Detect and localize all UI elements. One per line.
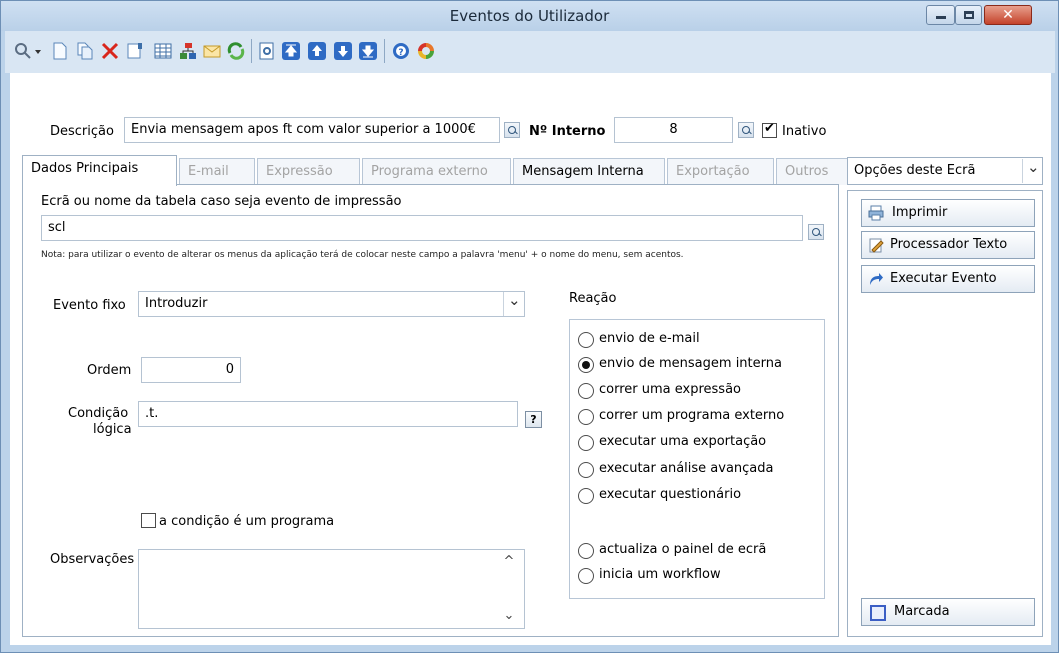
mail-icon[interactable] <box>202 41 222 61</box>
maximize-button[interactable] <box>955 5 982 25</box>
next-record-icon[interactable] <box>333 41 353 61</box>
interno-lookup-icon[interactable] <box>738 122 754 138</box>
evento-fixo-label: Evento fixo <box>53 298 126 313</box>
tab-programa-externo[interactable]: Programa externo <box>362 158 511 185</box>
window-title: Eventos do Utilizador <box>449 7 610 25</box>
tab-outros[interactable]: Outros <box>776 158 852 185</box>
processador-texto-label: Processador Texto <box>890 237 1008 252</box>
condicao-programa-checkbox[interactable] <box>141 513 156 528</box>
radio-icon[interactable] <box>578 462 594 478</box>
last-record-icon[interactable] <box>358 41 378 61</box>
marcada-label: Marcada <box>894 604 950 619</box>
tabela-lookup-icon[interactable] <box>808 224 824 240</box>
interno-label: Nº Interno <box>529 124 606 139</box>
observacoes-textarea[interactable]: ^ ⌄ <box>138 549 525 629</box>
close-button[interactable]: ✕ <box>984 5 1032 25</box>
inativo-label: Inativo <box>782 124 827 139</box>
scroll-down-icon[interactable]: ⌄ <box>501 608 517 623</box>
minimize-button[interactable] <box>926 5 955 25</box>
executar-evento-button[interactable]: Executar Evento <box>861 265 1035 293</box>
tabela-label: Ecrã ou nome da tabela caso seja evento … <box>41 194 402 209</box>
delete-icon[interactable] <box>100 41 120 61</box>
radio-icon[interactable] <box>578 435 594 451</box>
imprimir-button[interactable]: Imprimir <box>861 199 1035 227</box>
evento-fixo-select[interactable]: Introduzir <box>138 291 525 317</box>
preview-icon[interactable] <box>257 41 277 61</box>
previous-record-icon[interactable] <box>307 41 327 61</box>
interno-field[interactable]: 8 <box>614 117 733 143</box>
condicao-help-button[interactable]: ? <box>525 411 542 428</box>
condicao-programa-label: a condição é um programa <box>159 514 335 529</box>
radio-icon[interactable] <box>578 409 594 425</box>
tab-mensagem-interna[interactable]: Mensagem Interna <box>513 158 665 185</box>
toolbar: ? <box>5 31 1055 73</box>
radio-icon[interactable] <box>578 543 594 559</box>
edit-icon[interactable] <box>125 41 145 61</box>
condicao-field[interactable]: .t. <box>138 401 518 427</box>
title-bar[interactable]: Eventos do Utilizador ✕ <box>1 1 1058 31</box>
observacoes-label: Observações <box>50 552 135 567</box>
help-icon[interactable]: ? <box>391 41 411 61</box>
reacao-title: Reação <box>569 291 617 306</box>
tab-expressao[interactable]: Expressão <box>257 158 360 185</box>
screen-options-label: Opções deste Ecrã <box>854 163 976 178</box>
new-document-icon[interactable] <box>50 41 70 61</box>
tabela-field[interactable]: scl <box>41 215 803 241</box>
sync-icon[interactable] <box>416 41 436 61</box>
execute-arrow-icon <box>870 273 883 285</box>
processador-texto-button[interactable]: Processador Texto <box>861 231 1035 259</box>
ordem-field[interactable]: 0 <box>141 357 241 383</box>
refresh-icon[interactable] <box>226 41 246 61</box>
marcada-square-icon <box>870 605 886 621</box>
radio-selected-icon[interactable] <box>578 357 594 373</box>
marcada-button[interactable]: Marcada <box>861 598 1035 626</box>
radio-icon[interactable] <box>578 332 594 348</box>
search-icon[interactable] <box>13 41 33 61</box>
text-editor-icon <box>869 238 884 253</box>
condicao-label: Condição <box>68 406 129 421</box>
imprimir-label: Imprimir <box>892 205 948 220</box>
condicao-label-2: lógica <box>93 422 132 437</box>
scroll-up-icon[interactable]: ^ <box>501 554 517 569</box>
maximize-icon <box>964 11 974 19</box>
dropdown-arrow-icon[interactable] <box>33 41 43 61</box>
close-icon: ✕ <box>1002 7 1014 23</box>
app-window: Eventos do Utilizador ✕ ? Descrição Envi… <box>0 0 1059 653</box>
tabela-note: Nota: para utilizar o evento de alterar … <box>41 250 684 260</box>
first-record-icon[interactable] <box>281 41 301 61</box>
tab-email[interactable]: E-mail <box>179 158 255 185</box>
printer-icon <box>868 205 884 221</box>
minimize-icon <box>936 16 946 19</box>
screen-options-select[interactable]: Opções deste Ecrã <box>847 157 1043 185</box>
radio-icon[interactable] <box>578 383 594 399</box>
chevron-down-icon[interactable] <box>1022 158 1042 183</box>
chevron-down-icon[interactable] <box>503 291 523 316</box>
copy-document-icon[interactable] <box>75 41 95 61</box>
executar-evento-label: Executar Evento <box>890 271 997 286</box>
toolbar-separator <box>251 39 252 63</box>
hierarchy-icon[interactable] <box>178 41 198 61</box>
descricao-field[interactable]: Envia mensagem apos ft com valor superio… <box>124 117 500 143</box>
inativo-checkbox[interactable] <box>762 121 777 138</box>
radio-icon[interactable] <box>578 488 594 504</box>
tab-dados-principais[interactable]: Dados Principais <box>22 155 177 186</box>
tab-exportacao[interactable]: Exportação <box>667 158 774 185</box>
grid-icon[interactable] <box>153 41 173 61</box>
descricao-lookup-icon[interactable] <box>504 122 520 138</box>
svg-text:?: ? <box>398 48 403 58</box>
evento-fixo-value: Introduzir <box>145 296 208 311</box>
radio-icon[interactable] <box>578 568 594 584</box>
descricao-label: Descrição <box>50 124 114 139</box>
toolbar-separator <box>384 39 385 63</box>
ordem-label: Ordem <box>87 363 132 378</box>
